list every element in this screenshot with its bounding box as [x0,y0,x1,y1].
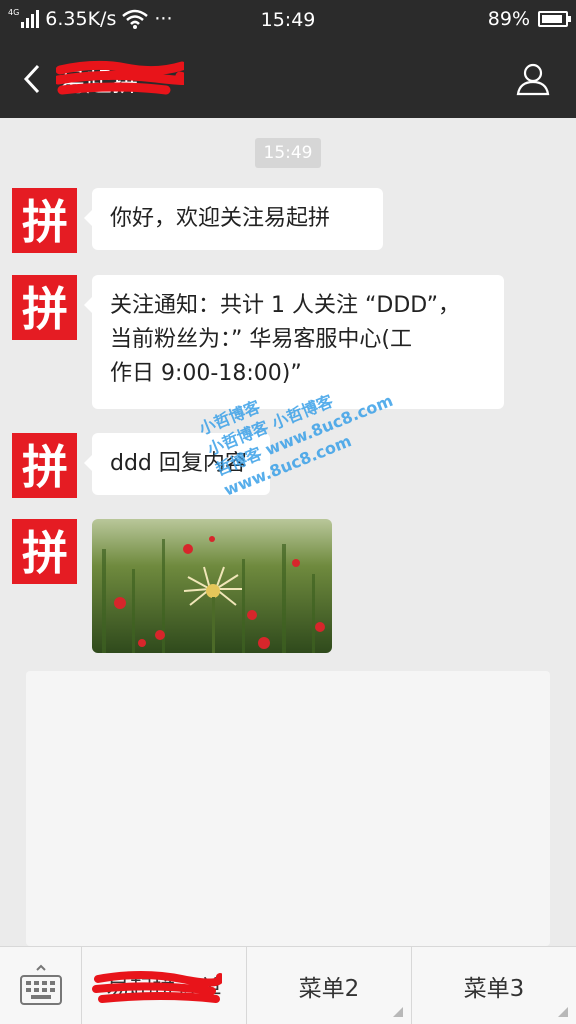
menu-item-3[interactable]: 菜单3 [412,947,576,1024]
user-icon[interactable] [516,62,550,96]
menu-item-2[interactable]: 菜单2 [247,947,412,1024]
submenu-corner-icon [558,1007,568,1017]
avatar-glyph: 拼 [22,440,68,494]
menu-label: 菜单2 [298,976,360,1002]
pin-logo-icon: 拼 [22,440,68,494]
avatar[interactable]: 拼 [12,519,77,584]
chevron-left-icon[interactable] [18,62,48,96]
message-text-line: 关注通知：共计 1 人关注 “DDD”， [110,293,461,318]
avatar-glyph: 拼 [22,526,68,580]
avatar[interactable]: 拼 [12,275,77,340]
message-timestamp: 15:49 [255,138,321,168]
menu-item-orders[interactable]: 易起拼订单 [82,947,247,1024]
pin-logo-icon: 拼 [22,195,68,249]
content-card [26,671,550,946]
avatar-glyph: 拼 [22,195,68,249]
avatar-glyph: 拼 [22,282,68,336]
redaction-scribble [56,60,184,95]
status-right: 89% [487,8,571,30]
message-bubble[interactable]: 你好，欢迎关注易起拼 [84,188,383,250]
submenu-corner-icon [393,1007,403,1017]
keyboard-toggle-button[interactable] [0,947,82,1024]
battery-percent: 89% [487,8,530,30]
avatar[interactable]: 拼 [12,433,77,498]
avatar[interactable]: 拼 [12,188,77,253]
pin-logo-icon: 拼 [22,526,68,580]
redaction-scribble [92,971,222,1003]
status-bar: 4G 6.35K/s ··· 15:49 89% [0,0,576,40]
pin-logo-icon: 拼 [22,282,68,336]
message-text: 你好，欢迎关注易起拼 [110,206,331,231]
message-text-line: 当前粉丝为：” 华易客服中心(工 [110,327,412,352]
menu-label: 菜单3 [463,976,525,1002]
keyboard-icon [19,964,62,1005]
battery-icon [538,11,571,27]
title-bar: 易起拼 [0,40,576,118]
bottom-menu: 易起拼订单 菜单2 菜单3 [0,946,576,1024]
